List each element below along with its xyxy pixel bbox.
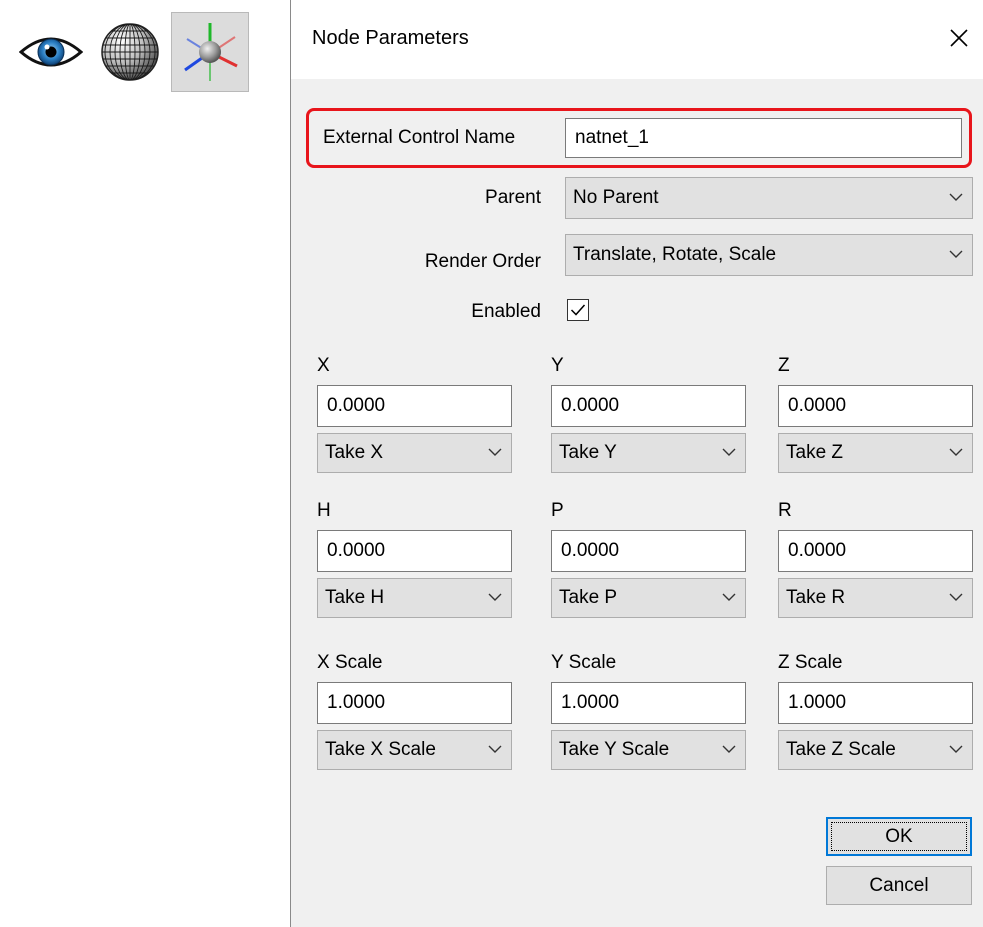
parent-select-value: No Parent — [573, 187, 659, 208]
p-mode-value: Take P — [559, 587, 618, 608]
x-scale-input[interactable]: 1.0000 — [317, 682, 512, 724]
r-input[interactable]: 0.0000 — [778, 530, 973, 572]
cancel-button[interactable]: Cancel — [826, 866, 972, 905]
close-button[interactable] — [935, 16, 983, 60]
chevron-down-icon — [949, 745, 963, 753]
r-mode-value: Take R — [786, 587, 846, 608]
enabled-label: Enabled — [471, 301, 541, 322]
z-scale-mode-value: Take Z Scale — [786, 739, 896, 760]
h-mode-value: Take H — [325, 587, 385, 608]
z-input[interactable]: 0.0000 — [778, 385, 973, 427]
external-control-label: External Control Name — [323, 127, 516, 148]
p-input[interactable]: 0.0000 — [551, 530, 746, 572]
y-mode-select[interactable]: Take Y — [551, 433, 746, 473]
x-scale-label: X Scale — [317, 652, 383, 673]
chevron-down-icon — [722, 448, 736, 456]
parent-select[interactable]: No Parent — [565, 177, 973, 219]
focus-rect — [831, 822, 967, 851]
z-scale-input[interactable]: 1.0000 — [778, 682, 973, 724]
x-input[interactable]: 0.0000 — [317, 385, 512, 427]
h-label: H — [317, 500, 331, 521]
z-scale-label: Z Scale — [778, 652, 843, 673]
z-mode-select[interactable]: Take Z — [778, 433, 973, 473]
z-mode-value: Take Z — [786, 442, 844, 463]
p-label: P — [551, 500, 564, 521]
external-control-name-input[interactable]: natnet_1 — [565, 118, 962, 158]
sphere-tool-button[interactable] — [94, 12, 166, 92]
close-icon — [950, 29, 968, 47]
chevron-down-icon — [722, 745, 736, 753]
chevron-down-icon — [488, 448, 502, 456]
y-scale-input[interactable]: 1.0000 — [551, 682, 746, 724]
x-mode-select[interactable]: Take X — [317, 433, 512, 473]
render-order-label: Render Order — [424, 251, 541, 272]
transform-axes-icon — [184, 23, 238, 81]
chevron-down-icon — [722, 593, 736, 601]
y-scale-mode-value: Take Y Scale — [559, 739, 670, 760]
chevron-down-icon — [949, 193, 963, 201]
r-label: R — [778, 500, 792, 521]
transform-tool-button[interactable] — [171, 12, 249, 92]
y-scale-mode-select[interactable]: Take Y Scale — [551, 730, 746, 770]
h-input[interactable]: 0.0000 — [317, 530, 512, 572]
p-mode-select[interactable]: Take P — [551, 578, 746, 618]
chevron-down-icon — [488, 593, 502, 601]
x-scale-mode-select[interactable]: Take X Scale — [317, 730, 512, 770]
chevron-down-icon — [488, 745, 502, 753]
parent-label: Parent — [485, 187, 541, 208]
cancel-button-label: Cancel — [869, 874, 929, 896]
node-parameters-dialog: Node Parameters External Control Name na… — [290, 0, 983, 927]
y-scale-label: Y Scale — [551, 652, 617, 673]
z-label: Z — [778, 355, 790, 376]
y-input[interactable]: 0.0000 — [551, 385, 746, 427]
dialog-title: Node Parameters — [312, 27, 469, 49]
x-scale-mode-value: Take X Scale — [325, 739, 436, 760]
h-mode-select[interactable]: Take H — [317, 578, 512, 618]
eye-tool-button[interactable] — [14, 12, 88, 92]
x-label: X — [317, 355, 330, 376]
render-order-select[interactable]: Translate, Rotate, Scale — [565, 234, 973, 276]
chevron-down-icon — [949, 448, 963, 456]
z-scale-mode-select[interactable]: Take Z Scale — [778, 730, 973, 770]
wireframe-sphere-icon — [101, 23, 159, 81]
y-label: Y — [551, 355, 564, 376]
y-mode-value: Take Y — [559, 442, 617, 463]
ok-button[interactable]: OK — [826, 817, 972, 856]
eye-icon — [19, 37, 83, 67]
chevron-down-icon — [949, 593, 963, 601]
checkmark-icon — [570, 304, 586, 316]
chevron-down-icon — [949, 250, 963, 258]
r-mode-select[interactable]: Take R — [778, 578, 973, 618]
dialog-titlebar: Node Parameters — [291, 0, 983, 79]
enabled-checkbox[interactable] — [567, 299, 589, 321]
x-mode-value: Take X — [325, 442, 384, 463]
render-order-select-value: Translate, Rotate, Scale — [573, 244, 777, 265]
